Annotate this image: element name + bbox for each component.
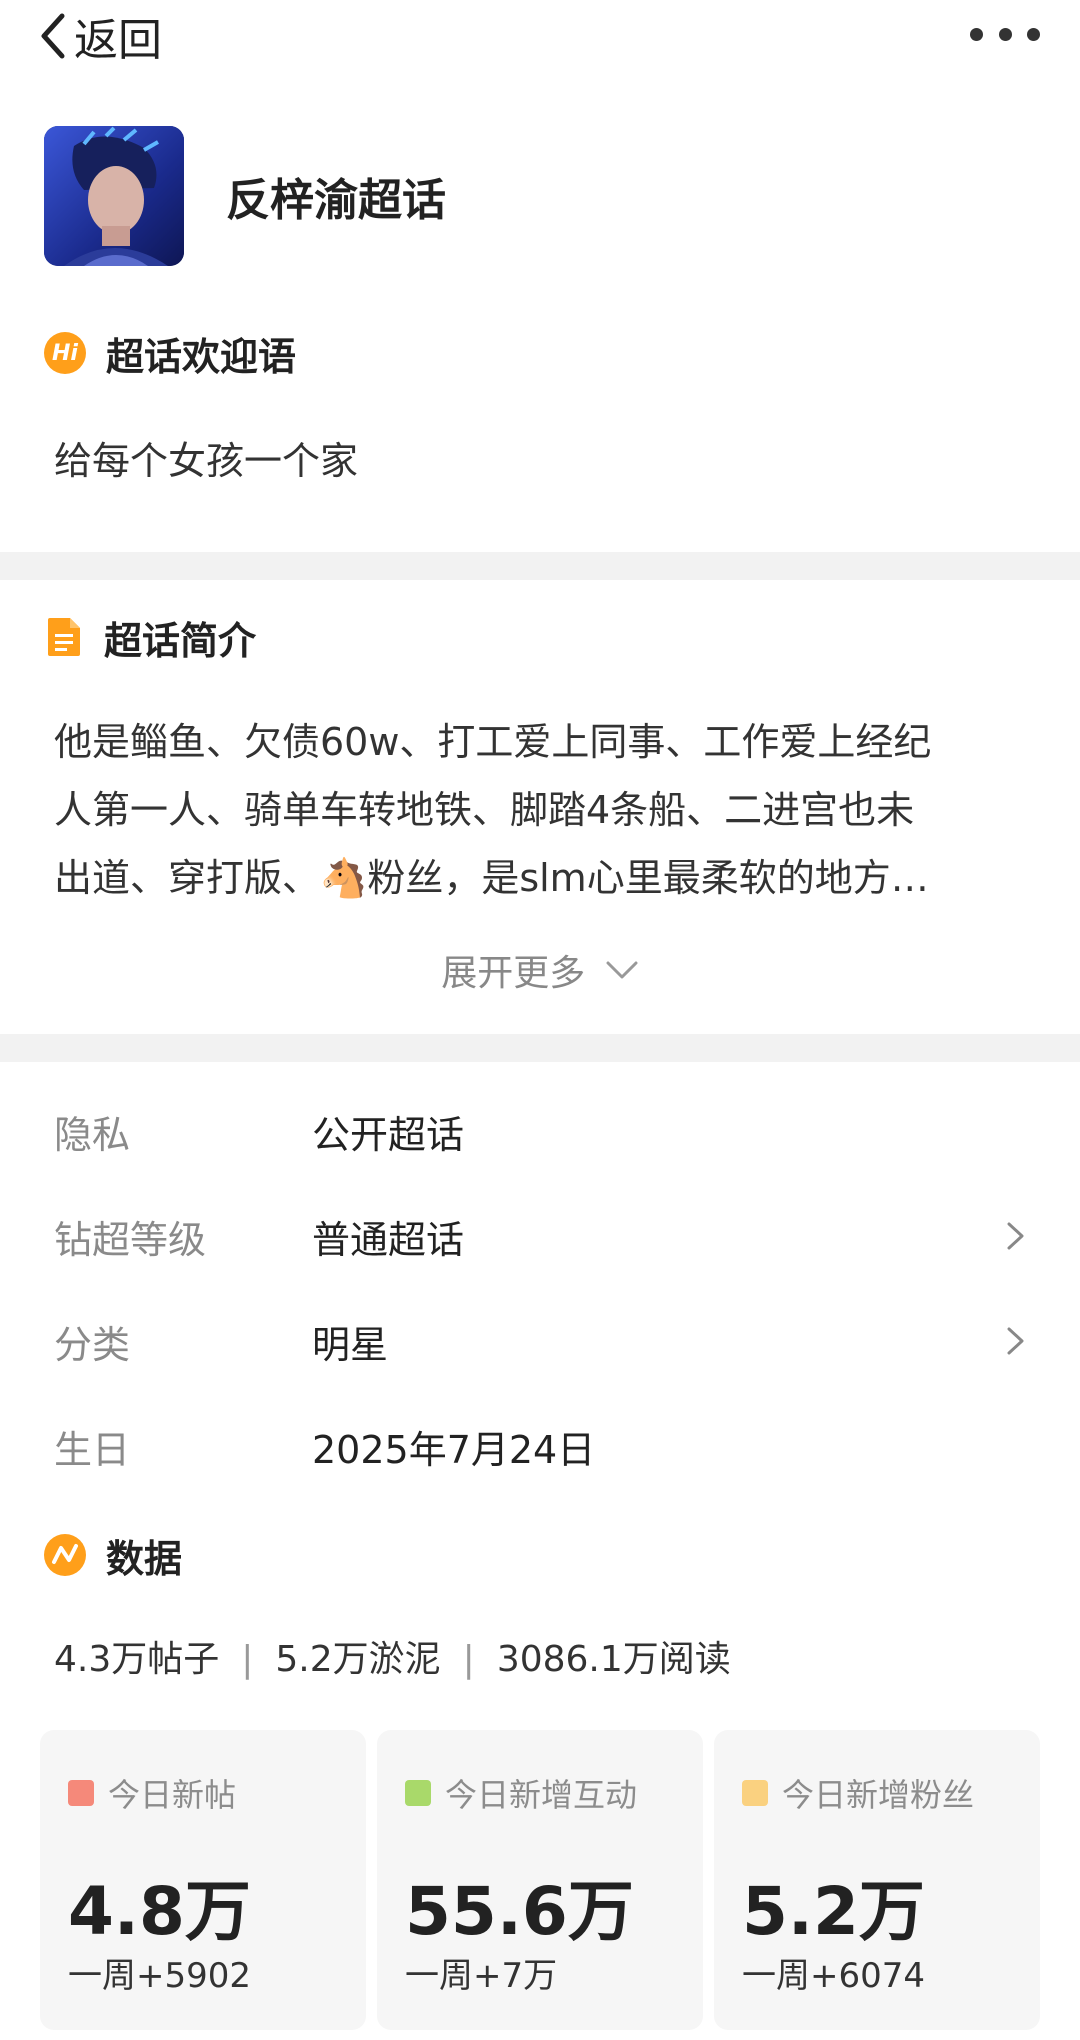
more-dot-icon (1027, 27, 1040, 41)
topic-avatar[interactable] (44, 126, 184, 266)
chevron-left-icon (41, 13, 65, 59)
topic-name: 反梓渝超话 (226, 175, 446, 226)
data-title: 数据 (106, 1536, 183, 1581)
intro-section-title: 超话简介 (44, 612, 257, 663)
legend-square-icon (405, 1780, 431, 1806)
intro-line: 人第一人、骑单车转地铁、脚踏4条船、二进宫也未 (54, 788, 915, 832)
legend-square-icon (742, 1780, 768, 1806)
info-label: 隐私 (54, 1112, 131, 1157)
document-icon (48, 618, 80, 656)
data-icon (44, 1534, 86, 1576)
topic-profile: 反梓渝超话 (44, 126, 446, 266)
chevron-down-icon (606, 961, 638, 979)
info-row-privacy: 隐私 公开超话 (54, 1101, 1034, 1161)
intro-line: 出道、穿打版、🐴粉丝，是slm心里最柔软的地方… (54, 856, 929, 900)
card-label: 今日新帖 (108, 1776, 237, 1814)
card-label: 今日新增互动 (445, 1776, 638, 1814)
card-value: 5.2万 (742, 1873, 925, 1950)
info-label: 分类 (54, 1322, 131, 1367)
members-count: 5.2万淤泥 (275, 1639, 441, 1680)
more-dot-icon (970, 27, 983, 41)
chevron-right-icon (1007, 1222, 1024, 1250)
avatar-image (44, 126, 184, 266)
welcome-text: 给每个女孩一个家 (54, 439, 359, 483)
more-dot-icon (998, 27, 1012, 41)
expand-more-label: 展开更多 (441, 953, 586, 994)
info-row-level[interactable]: 钻超等级 普通超话 (54, 1206, 1034, 1266)
card-week: 一周+5902 (68, 1956, 252, 1996)
card-label: 今日新增粉丝 (782, 1776, 975, 1814)
back-button[interactable]: 返回 (36, 8, 162, 66)
separator: | (462, 1639, 475, 1680)
separator: | (241, 1639, 254, 1680)
posts-count: 4.3万帖子 (54, 1639, 220, 1680)
card-week: 一周+7万 (405, 1956, 558, 1996)
intro-line: 他是鲻鱼、欠债60w、打工爱上同事、工作爱上经纪 (54, 720, 932, 764)
stat-card-new-posts[interactable]: 今日新帖 4.8万 一周+5902 (40, 1730, 366, 2030)
welcome-section-title: Hi 超话欢迎语 (44, 328, 297, 379)
info-row-birthday: 生日 2025年7月24日 (54, 1416, 1034, 1476)
data-section-title: 数据 (44, 1530, 183, 1581)
more-options-button[interactable] (970, 16, 1040, 52)
card-value: 55.6万 (405, 1873, 634, 1950)
info-label: 生日 (54, 1427, 131, 1472)
info-row-category[interactable]: 分类 明星 (54, 1311, 1034, 1371)
legend-square-icon (68, 1780, 94, 1806)
welcome-title: 超话欢迎语 (106, 334, 297, 379)
info-value: 明星 (312, 1322, 389, 1367)
info-value: 2025年7月24日 (312, 1427, 596, 1472)
info-value: 公开超话 (312, 1112, 465, 1157)
hi-icon: Hi (44, 332, 86, 374)
info-value: 普通超话 (312, 1217, 465, 1262)
info-label: 钻超等级 (54, 1217, 207, 1262)
card-value: 4.8万 (68, 1873, 251, 1950)
section-divider (0, 1034, 1080, 1062)
stats-summary: 4.3万帖子 | 5.2万淤泥 | 3086.1万阅读 (54, 1630, 731, 1682)
section-divider (0, 552, 1080, 580)
stat-card-new-fans[interactable]: 今日新增粉丝 5.2万 一周+6074 (714, 1730, 1040, 2030)
top-bar: 返回 (0, 0, 1080, 72)
card-week: 一周+6074 (742, 1956, 926, 1996)
reads-count: 3086.1万阅读 (496, 1639, 731, 1680)
intro-text: 他是鲻鱼、欠债60w、打工爱上同事、工作爱上经纪 人第一人、骑单车转地铁、脚踏4… (54, 708, 1034, 912)
stat-card-new-interactions[interactable]: 今日新增互动 55.6万 一周+7万 (377, 1730, 703, 2030)
intro-title: 超话简介 (104, 618, 257, 663)
expand-more-button[interactable]: 展开更多 (0, 944, 1080, 996)
back-label: 返回 (74, 15, 162, 66)
chevron-right-icon (1007, 1327, 1024, 1355)
